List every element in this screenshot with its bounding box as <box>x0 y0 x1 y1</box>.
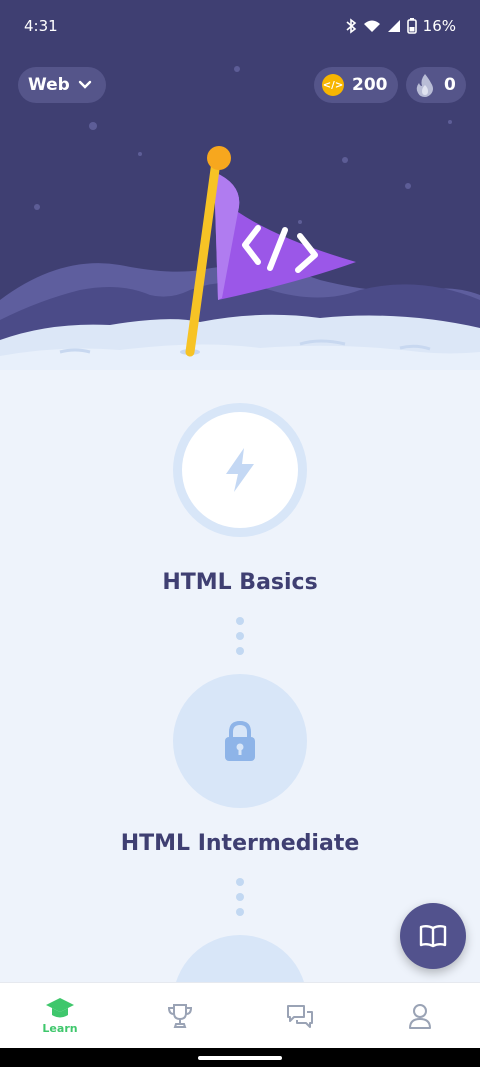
home-gesture-handle[interactable] <box>198 1056 282 1060</box>
battery-icon <box>406 18 417 34</box>
path-node-title[interactable]: HTML Basics <box>0 570 480 595</box>
path-node-html-basics[interactable] <box>173 403 307 537</box>
profile-icon <box>409 1003 431 1029</box>
learning-path: HTML Basics HTML Intermediate <box>0 370 480 982</box>
status-icons: 16% <box>345 17 456 35</box>
chat-bubbles-icon <box>287 1004 313 1028</box>
system-gesture-bar <box>0 1048 480 1067</box>
signal-icon <box>387 20 400 32</box>
nav-leaderboard[interactable] <box>120 983 240 1048</box>
node-inner <box>182 412 298 528</box>
book-icon <box>419 925 447 948</box>
course-selector[interactable]: Web <box>18 67 106 103</box>
chevron-down-icon <box>78 80 92 89</box>
path-connector <box>236 617 244 655</box>
nav-profile[interactable] <box>360 983 480 1048</box>
path-connector <box>236 878 244 916</box>
wifi-icon <box>363 20 380 32</box>
code-coin-icon: </> <box>322 74 344 96</box>
coins-counter[interactable]: </> 200 <box>314 67 398 103</box>
lightning-icon <box>226 448 254 492</box>
bluetooth-icon <box>346 18 356 34</box>
streak-counter[interactable]: 0 <box>406 67 466 103</box>
trophy-icon <box>167 1003 193 1028</box>
nav-community[interactable] <box>240 983 360 1048</box>
streak-value: 0 <box>444 75 456 95</box>
lock-icon <box>225 720 255 761</box>
path-node-html-intermediate[interactable] <box>173 674 307 808</box>
hero-banner <box>0 0 480 370</box>
bottom-navigation: Learn <box>0 982 480 1048</box>
battery-level: 16% <box>422 17 456 35</box>
course-selector-label: Web <box>28 75 70 95</box>
code-flag <box>214 172 356 300</box>
status-time: 4:31 <box>24 17 58 35</box>
nav-learn[interactable]: Learn <box>0 983 120 1048</box>
flame-icon <box>416 74 433 97</box>
mountain-flag-illustration <box>0 66 480 370</box>
path-node-title[interactable]: HTML Intermediate <box>0 831 480 856</box>
nav-learn-label: Learn <box>42 1022 78 1035</box>
coins-value: 200 <box>352 75 388 95</box>
graduation-cap-icon <box>46 998 74 1018</box>
path-node-locked[interactable] <box>173 935 307 982</box>
glossary-button[interactable] <box>400 903 466 969</box>
status-bar: 4:31 16% <box>0 0 480 52</box>
